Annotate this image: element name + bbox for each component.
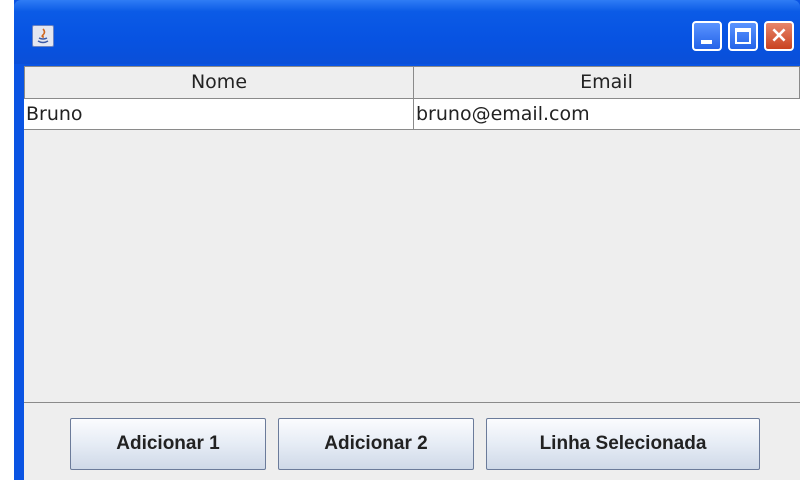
maximize-button[interactable] bbox=[728, 21, 758, 51]
minimize-button[interactable] bbox=[692, 21, 722, 51]
minimize-icon bbox=[701, 40, 712, 44]
close-icon: × bbox=[769, 23, 789, 48]
column-header-email[interactable]: Email bbox=[413, 66, 800, 99]
app-window: × Nome Email Bruno bruno@email.com Adici… bbox=[14, 0, 800, 480]
maximize-icon bbox=[735, 28, 751, 44]
column-header-nome[interactable]: Nome bbox=[24, 66, 414, 99]
selected-row-button[interactable]: Linha Selecionada bbox=[486, 418, 760, 470]
table-row[interactable]: Bruno bruno@email.com bbox=[24, 99, 800, 130]
cell-nome[interactable]: Bruno bbox=[24, 99, 413, 130]
add-2-button[interactable]: Adicionar 2 bbox=[278, 418, 474, 470]
title-bar[interactable]: × bbox=[14, 0, 800, 64]
content-pane: Nome Email Bruno bruno@email.com Adicion… bbox=[24, 66, 800, 480]
cell-email[interactable]: bruno@email.com bbox=[413, 99, 800, 130]
add-1-button[interactable]: Adicionar 1 bbox=[70, 418, 266, 470]
java-app-icon[interactable] bbox=[32, 25, 54, 47]
close-button[interactable]: × bbox=[764, 21, 794, 51]
data-table[interactable]: Nome Email Bruno bruno@email.com bbox=[24, 66, 800, 403]
